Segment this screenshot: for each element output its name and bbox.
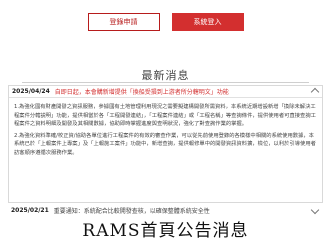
- chevron-down-icon[interactable]: [310, 205, 320, 215]
- announcement-title: 自即日起，本會購新增提供「換船受損到上游者所分轄明文」功能: [54, 89, 229, 96]
- announcement-title: 重要通知：系統配合比較開發查核，以確保整體系統安全性: [53, 208, 210, 215]
- title-divider: [22, 82, 309, 83]
- announcement-paragraph: 1.為強化國有財產開發之資訊服務，參據國有土地管理利用現況之需要擬建構開發所需資…: [14, 104, 316, 127]
- announcement-panel: 2025/04/24 自即日起，本會購新增提供「換船受損到上游者所分轄明文」功能…: [8, 85, 323, 203]
- announcement-date: 2025/02/21: [11, 207, 49, 214]
- figure-caption: RAMS首頁公告消息: [82, 221, 249, 241]
- top-button-bar: 登錄申請 系統登入: [0, 0, 331, 44]
- announcement-header[interactable]: 2025/04/24 自即日起，本會購新增提供「換船受損到上游者所分轄明文」功能: [9, 86, 322, 98]
- announcement-paragraph: 2.為強化資料準確/校正資/協助各單位進行工程案件的有效的審查作業，可以從先前使…: [14, 132, 316, 156]
- announcement-date: 2025/04/24: [12, 88, 50, 95]
- register-button[interactable]: 登錄申請: [87, 13, 160, 31]
- announcement-item-collapsed[interactable]: 2025/02/21 重要通知：系統配合比較開發查核，以確保整體系統安全性: [8, 205, 323, 216]
- section-title: 最新消息: [141, 69, 190, 82]
- login-button[interactable]: 系統登入: [171, 13, 244, 31]
- chevron-up-icon[interactable]: [310, 87, 320, 97]
- announcement-body: 1.為強化國有財產開發之資訊服務，參據國有土地管理利用現況之需要擬建構開發所需資…: [14, 103, 317, 160]
